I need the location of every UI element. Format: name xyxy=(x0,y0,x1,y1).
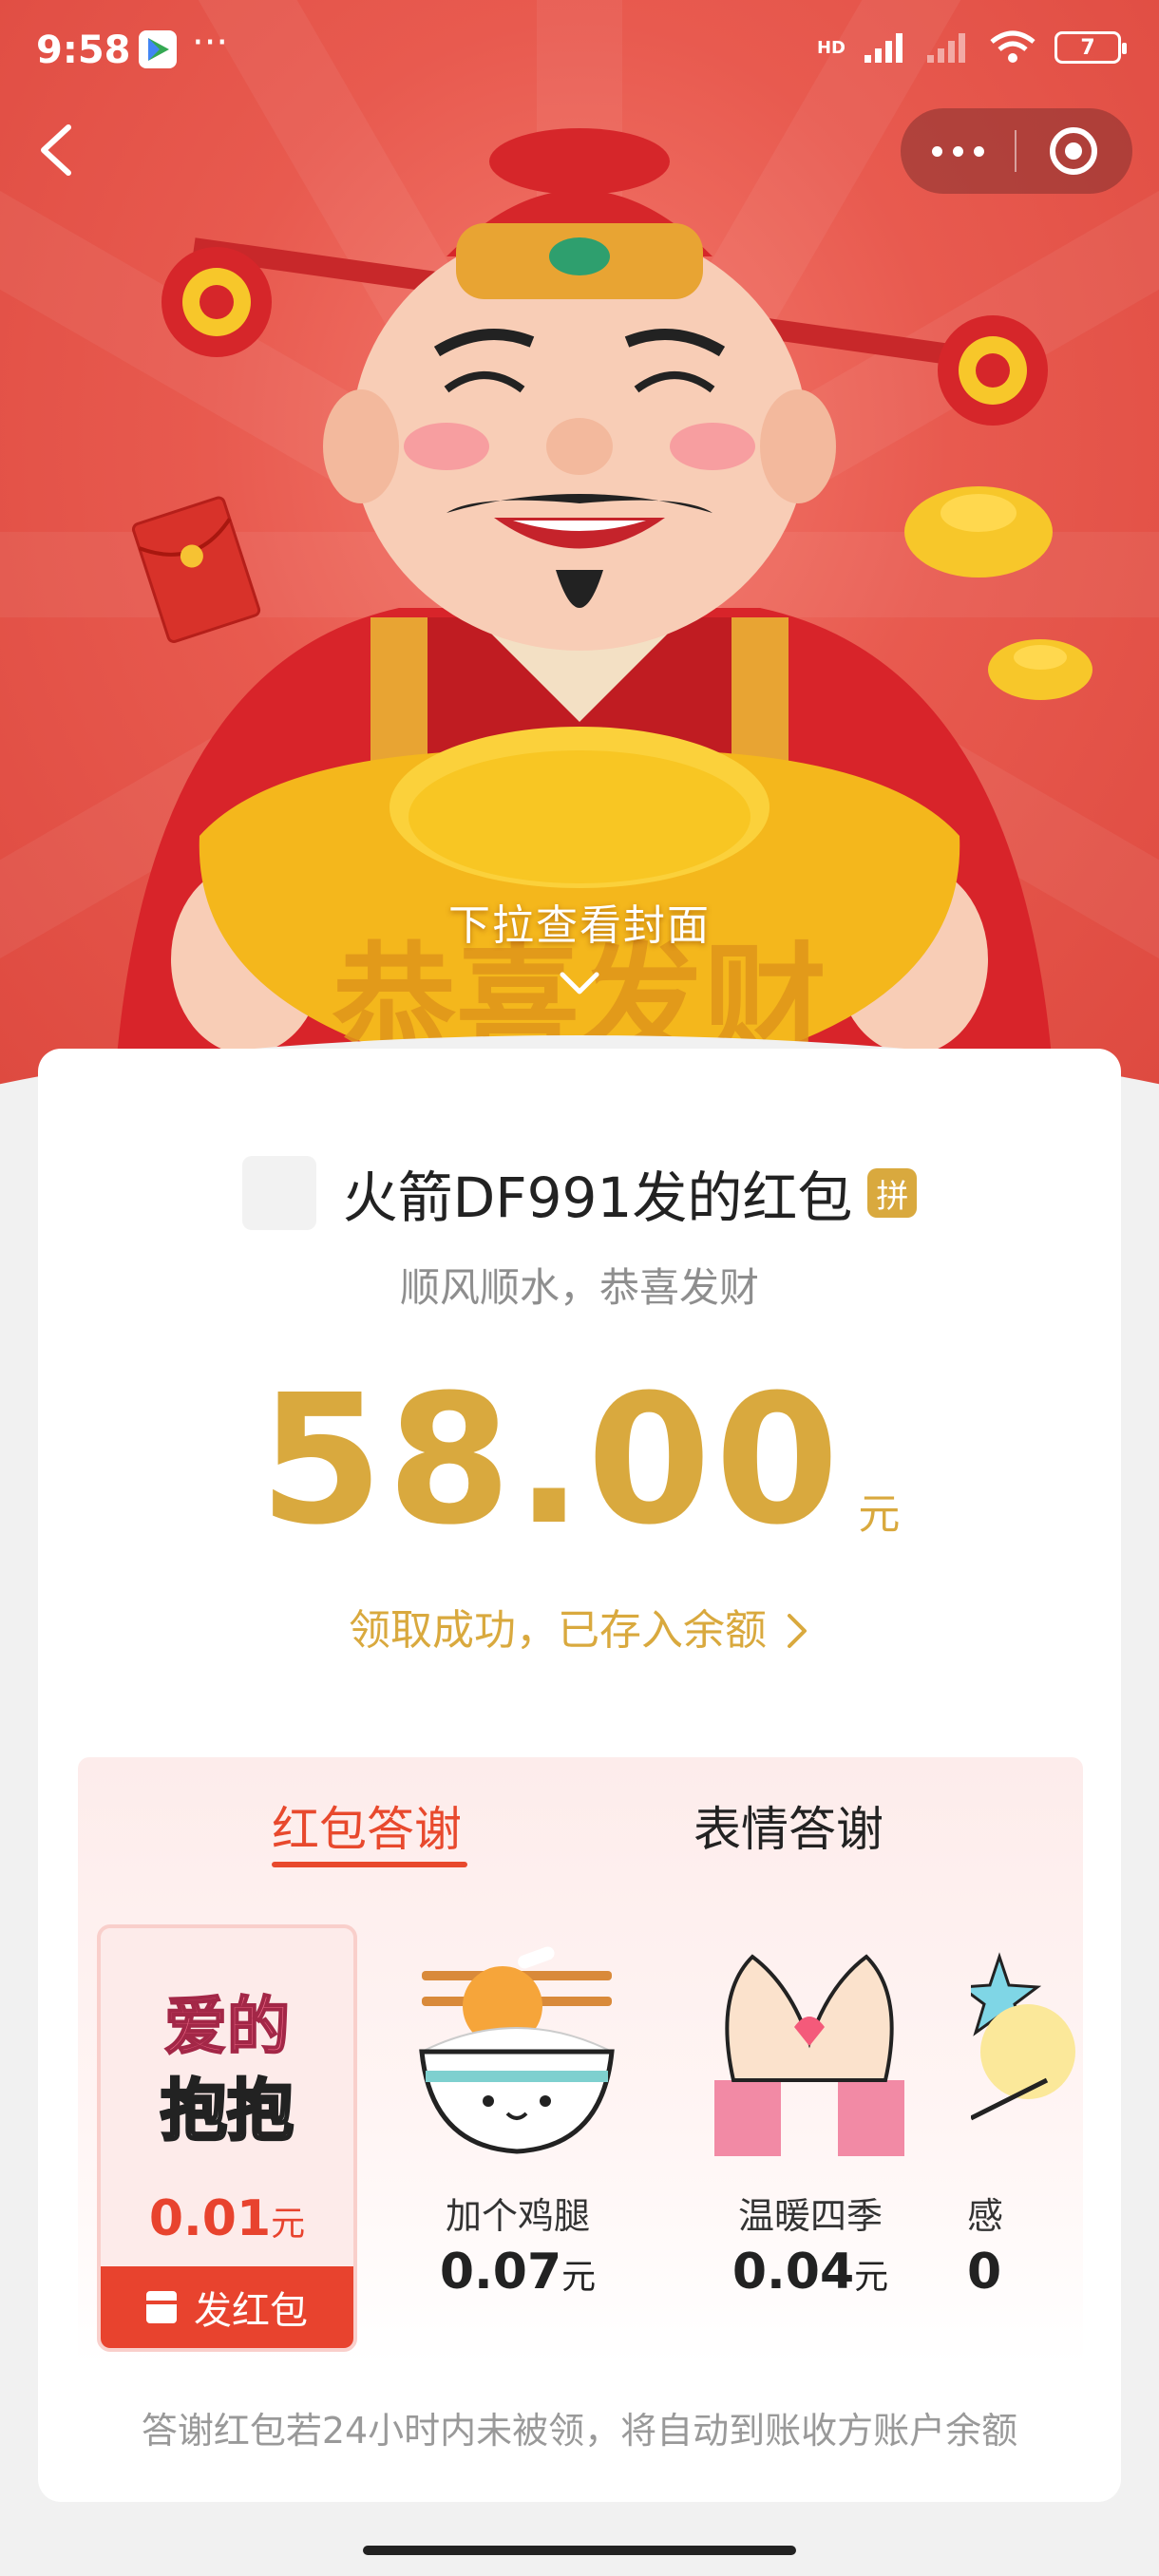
status-more: ··· xyxy=(192,21,229,65)
sender-name: 火箭DF991发的红包 xyxy=(342,1165,853,1230)
amount-value: 58.00 xyxy=(258,1356,844,1564)
gift-item-chicken-leg[interactable]: 加个鸡腿 0.07元 xyxy=(388,1924,648,2352)
avatar[interactable] xyxy=(241,1156,316,1230)
pin-badge: 拼 xyxy=(867,1168,918,1218)
gift-name: 加个鸡腿 xyxy=(445,2195,590,2237)
blessing-text: 顺风顺水，恭喜发财 xyxy=(399,1264,759,1311)
red-packet-card: 火箭DF991发的红包 拼 顺风顺水，恭喜发财 58.00 元 领取成功，已存入… xyxy=(38,1049,1121,2502)
gift-name: 温暖四季 xyxy=(737,2195,883,2237)
wifi-icon xyxy=(990,30,1036,63)
gift-price: 0.01 xyxy=(148,2190,272,2247)
gift-price-row: 0.01元 xyxy=(101,2190,353,2247)
sticker-text-top: 爱的 xyxy=(163,1989,291,2064)
mini-program-capsule xyxy=(901,108,1132,194)
battery-icon: 7 xyxy=(1054,31,1127,64)
gift-price: 0.04 xyxy=(732,2244,855,2301)
red-packet-icon xyxy=(146,2291,177,2323)
more-dots-icon[interactable] xyxy=(901,108,1015,194)
tab-red-packet-thanks[interactable]: 红包答谢 xyxy=(272,1791,462,1860)
signal-weak-icon xyxy=(927,33,965,63)
sender-row: 火箭DF991发的红包 拼 xyxy=(38,1153,1121,1233)
status-icons: HD 7 xyxy=(816,28,1127,66)
chicken-leg-rice-bowl-icon xyxy=(419,1946,615,2154)
tab-sticker-thanks[interactable]: 表情答谢 xyxy=(694,1791,884,1860)
star-moon-icon xyxy=(971,1952,1075,2121)
chevron-right-icon xyxy=(788,1614,807,1648)
target-circle-icon[interactable] xyxy=(1016,124,1130,178)
thanks-panel: 红包答谢 表情答谢 爱的 抱抱 0.01元 发红包 加个鸡腿 0.07元 温暖四… xyxy=(78,1757,1083,2365)
chevron-down-icon xyxy=(560,972,599,994)
back-button[interactable] xyxy=(32,122,80,179)
status-bar: 9:58 ··· HD 7 xyxy=(0,0,1159,104)
gift-unit: 元 xyxy=(271,2205,306,2244)
gift-price-row: 0.07元 xyxy=(388,2244,648,2301)
send-red-packet-button[interactable]: 发红包 xyxy=(101,2266,353,2348)
gift-item-hug[interactable]: 爱的 抱抱 0.01元 发红包 xyxy=(97,1924,357,2352)
heart-hands-icon xyxy=(714,1954,904,2156)
footnote: 答谢红包若24小时内未被领，将自动到账收方账户余额 xyxy=(141,2410,1018,2452)
gift-item-warm-seasons[interactable]: 温暖四季 0.04元 xyxy=(680,1924,940,2352)
amount-row: 58.00 元 xyxy=(38,1372,1121,1550)
status-time: 9:58 xyxy=(36,28,131,72)
hd-label: HD xyxy=(816,37,846,58)
received-text: 领取成功，已存入余额 xyxy=(349,1606,767,1655)
play-store-icon xyxy=(139,30,177,68)
home-indicator[interactable] xyxy=(363,2546,796,2555)
signal-icon xyxy=(864,33,902,63)
gift-price: 0 xyxy=(967,2244,1002,2301)
gift-name: 感 xyxy=(967,2195,1004,2237)
tab-underline xyxy=(272,1862,467,1867)
cover-hint: 下拉查看封面 xyxy=(448,901,711,950)
gift-list[interactable]: 爱的 抱抱 0.01元 发红包 加个鸡腿 0.07元 温暖四季 0.04元 感 … xyxy=(78,1924,1083,2361)
gift-unit: 元 xyxy=(854,2258,889,2297)
gift-price-row: 0.04元 xyxy=(680,2244,940,2301)
gift-unit: 元 xyxy=(561,2258,597,2297)
amount-unit: 元 xyxy=(858,1490,901,1539)
sticker-text-bottom: 抱抱 xyxy=(160,2071,295,2151)
received-link[interactable]: 领取成功，已存入余额 xyxy=(38,1596,1121,1657)
send-label: 发红包 xyxy=(194,2289,308,2333)
gift-price: 0.07 xyxy=(439,2244,562,2301)
gift-item-partial[interactable]: 感 0 xyxy=(967,1924,1083,2352)
